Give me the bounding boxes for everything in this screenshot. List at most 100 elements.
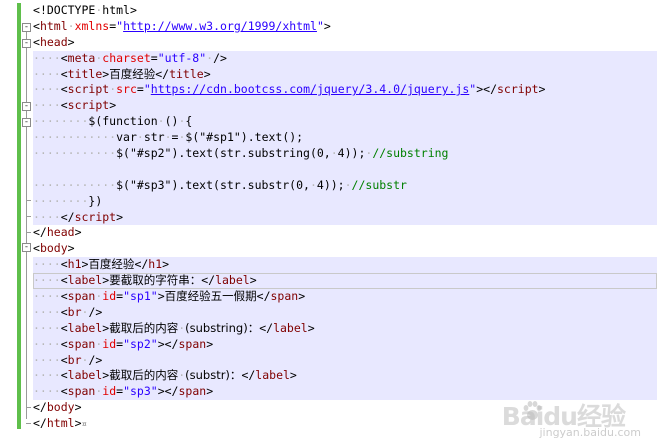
code-line[interactable]: <body>	[33, 241, 657, 257]
indent-whitespace: ············	[33, 177, 117, 192]
code-token-js: {	[185, 114, 193, 129]
code-token-js: })	[88, 193, 103, 208]
code-token-brk: <	[60, 82, 68, 97]
code-token-brk: >	[249, 273, 257, 288]
code-line[interactable]: ····<meta·charset="utf-8"·/>	[33, 50, 657, 67]
code-token-tag: label	[67, 273, 103, 288]
code-line[interactable]: ····<label>截取后的内容·(substr)：</label>	[33, 368, 657, 385]
code-token-js: str	[143, 130, 165, 145]
indent-whitespace: ····	[33, 50, 61, 65]
indent-whitespace: ············	[33, 130, 117, 145]
code-token-eol: ¤	[81, 420, 87, 431]
code-line[interactable]: ············$("#sp2").text(str.substring…	[33, 146, 657, 162]
code-token-brk: =	[136, 82, 144, 97]
indent-whitespace: ····	[33, 384, 61, 399]
code-token-brk: />	[213, 50, 227, 65]
code-token-brk: </	[201, 273, 216, 288]
code-line[interactable]: ····<br·/>	[33, 304, 657, 321]
code-token-tag: html	[46, 416, 75, 431]
fold-toggle-body-icon[interactable]: -	[22, 243, 31, 252]
code-line[interactable]: ····<script>	[33, 98, 657, 115]
code-token-brk: >	[538, 82, 546, 97]
fold-end-head	[26, 232, 31, 233]
code-line[interactable]	[33, 161, 657, 178]
indent-whitespace: ····	[33, 273, 61, 288]
code-token-attr: xmlns	[74, 18, 110, 33]
indent-whitespace: ····	[33, 289, 61, 304]
code-line[interactable]: ····<span·id="sp2"></span>	[33, 336, 657, 353]
code-line[interactable]: ····<script·src="https://cdn.bootcss.com…	[33, 82, 657, 99]
code-token-brk: </	[33, 400, 47, 415]
code-token-brk: ></	[157, 336, 179, 351]
code-token-brk: >	[203, 66, 211, 81]
code-token-txt: 截取后的内容	[109, 320, 179, 335]
code-token-brk: <	[60, 257, 68, 272]
code-token-brk: >	[289, 368, 297, 383]
code-token-tag: h1	[67, 257, 82, 272]
code-token-ws: ·	[67, 18, 75, 33]
code-token-brk: >	[74, 225, 82, 240]
indent-whitespace: ····	[33, 352, 61, 367]
code-token-brk: >	[116, 209, 124, 224]
code-line[interactable]: ····</script>	[33, 209, 657, 226]
fold-toggle-script-icon[interactable]: -	[22, 102, 31, 111]
code-token-brk: ></	[476, 82, 497, 97]
code-token-tag: span	[67, 384, 96, 399]
code-token-brk: >	[157, 289, 165, 304]
code-token-brk: =	[150, 50, 158, 65]
code-token-brk: />	[88, 304, 103, 319]
code-token-brk: >	[74, 400, 82, 415]
code-token-brk: >	[67, 241, 75, 256]
code-line[interactable]: ············var·str·=·$("#sp1").text();	[33, 130, 657, 147]
code-token-tag: label	[67, 368, 103, 383]
code-token-attr: id	[102, 384, 117, 399]
code-line[interactable]: ····<h1>百度经验</h1>	[33, 257, 657, 274]
code-token-cm: //substring	[372, 146, 449, 161]
fold-toggle-function-icon[interactable]: -	[22, 118, 31, 127]
code-token-brk: >	[206, 336, 214, 351]
code-token-cm: //substr	[351, 177, 407, 192]
code-token-tag: head	[39, 34, 68, 49]
code-token-brk: <	[60, 289, 68, 304]
watermark-url: jingyan.baidu.com	[539, 426, 641, 439]
code-token-tag: label	[215, 273, 250, 288]
code-editor[interactable]: - - - - - <!DOCTYPE·html> <html·xmlns="ht…	[0, 0, 657, 445]
code-token-js: $("#sp3").text(str.substr(0,	[116, 177, 310, 192]
baidu-jingyan-watermark: Baidu经验 jingyan.baidu.com	[497, 395, 647, 441]
code-line[interactable]: ········})	[33, 193, 657, 210]
indent-whitespace: ····	[33, 320, 61, 335]
code-token-brk: <	[33, 3, 40, 17]
code-token-tag: head	[46, 225, 75, 240]
indent-whitespace: ····	[33, 304, 61, 319]
indent-whitespace: ····	[33, 257, 61, 272]
code-token-tag: span	[178, 336, 207, 351]
code-line[interactable]: ····<title>百度经验</title>	[33, 66, 657, 83]
code-token-brk: </	[241, 368, 256, 383]
code-line[interactable]: ············$("#sp3").text(str.substr(0,…	[33, 177, 657, 194]
code-token-brk: <	[60, 384, 68, 399]
fold-toggle-html-icon[interactable]: -	[22, 23, 31, 32]
code-token-ws: ·	[309, 177, 317, 192]
fold-toggle-head-icon[interactable]: -	[22, 39, 31, 48]
indent-whitespace: ····	[33, 98, 61, 113]
code-line[interactable]: <head>	[33, 35, 657, 51]
code-line[interactable]: <!DOCTYPE·html>	[33, 3, 657, 19]
code-token-brk: </	[259, 320, 274, 335]
code-token-tag: label	[67, 320, 103, 335]
code-token-val: "sp2"	[123, 336, 158, 351]
code-token-val: "	[143, 82, 151, 97]
code-line[interactable]: ········$(function·()·{	[33, 114, 657, 131]
code-token-txt: 百度经验	[109, 66, 156, 81]
code-line[interactable]: ····<br·/>	[33, 352, 657, 369]
code-line[interactable]: </head>	[33, 225, 657, 241]
code-line[interactable]: ····<label>截取后的内容·(substring)：</label>	[33, 320, 657, 337]
code-token-tag: script	[497, 82, 539, 97]
code-lines[interactable]: <!DOCTYPE·html> <html·xmlns="http://www.w…	[33, 3, 657, 432]
code-line[interactable]: ····<span·id="sp1">百度经验五一假期</span>	[33, 289, 657, 305]
code-token-txt: 截取后的内容	[109, 368, 179, 383]
code-line[interactable]: <html·xmlns="http://www.w3.org/1999/xhtm…	[33, 19, 657, 35]
code-line[interactable]: ····<label>要截取的字符串：</label>	[33, 273, 657, 290]
code-token-brk: </	[33, 225, 47, 240]
code-token-tag: h1	[148, 257, 163, 272]
fold-end-script	[26, 216, 31, 217]
